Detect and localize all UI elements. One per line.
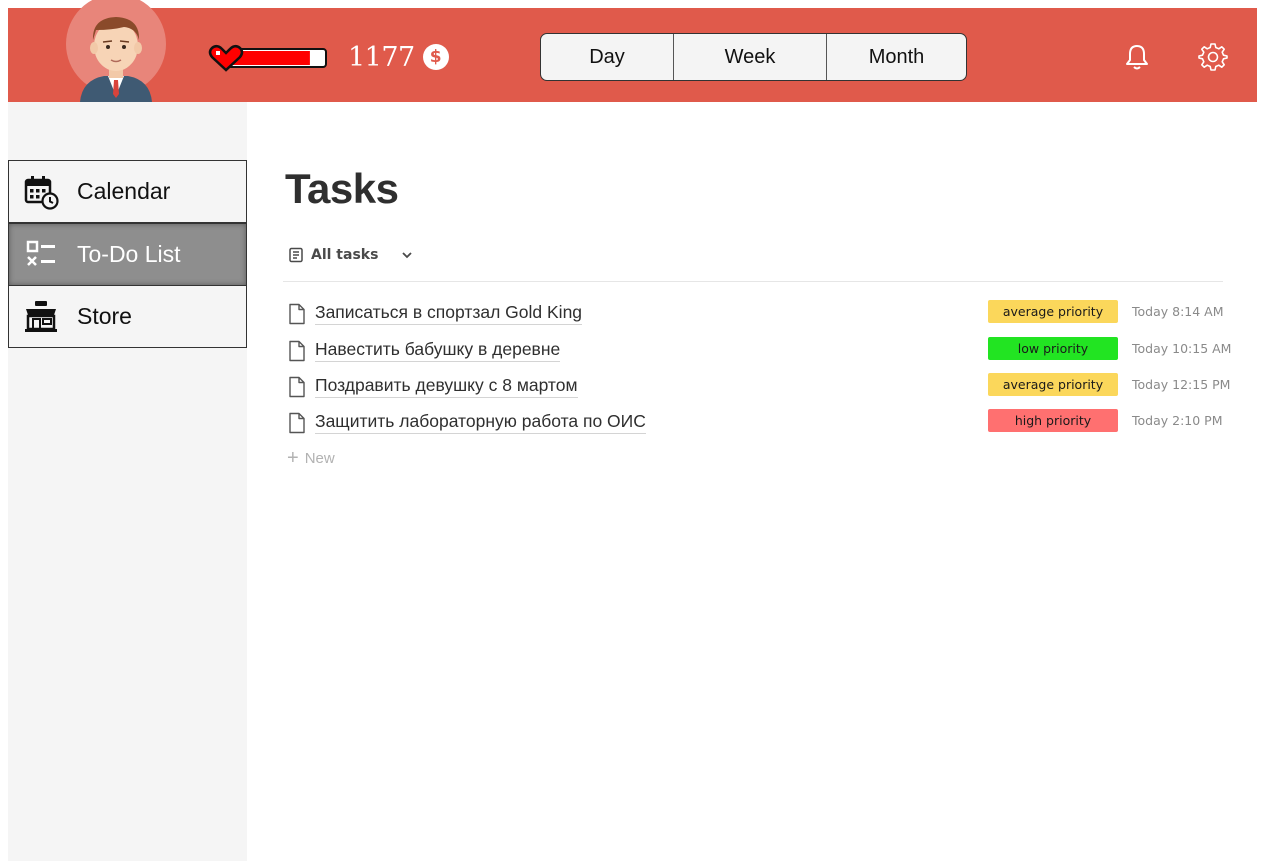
task-row[interactable]: Поздравить девушку с 8 мартом average pr…: [286, 373, 1230, 403]
task-time: Today 10:15 AM: [1132, 341, 1232, 356]
list-doc-icon: [289, 247, 303, 263]
divider: [283, 281, 1223, 282]
gear-icon[interactable]: [1198, 42, 1228, 72]
sidebar-item-todo[interactable]: To-Do List: [8, 223, 247, 286]
top-bar: 1177 $ Day Week Month: [8, 0, 1257, 102]
coin-balance: 1177 $: [348, 40, 449, 74]
coin-count: 1177: [348, 41, 415, 73]
task-title[interactable]: Защитить лабораторную работа по ОИС: [315, 411, 646, 434]
health-bar: [208, 43, 333, 73]
shop-icon: [25, 300, 57, 332]
tab-month[interactable]: Month: [827, 34, 966, 80]
sidebar-item-label: Store: [77, 303, 132, 329]
task-time: Today 12:15 PM: [1132, 377, 1231, 392]
priority-badge[interactable]: average priority: [988, 373, 1118, 396]
task-title[interactable]: Навестить бабушку в деревне: [315, 339, 561, 362]
task-title[interactable]: Поздравить девушку с 8 мартом: [315, 375, 578, 398]
sidebar-item-calendar[interactable]: Calendar: [8, 160, 247, 223]
document-icon: [289, 376, 305, 398]
chevron-down-icon: [402, 252, 413, 259]
task-row[interactable]: Записаться в спортзал Gold King average …: [286, 300, 1226, 330]
checklist-icon: [26, 240, 55, 266]
view-dropdown-label: All tasks: [311, 247, 379, 263]
priority-badge[interactable]: low priority: [988, 337, 1118, 360]
task-title[interactable]: Записаться в спортзал Gold King: [315, 302, 583, 325]
document-icon: [289, 303, 305, 325]
tab-week[interactable]: Week: [674, 34, 827, 80]
document-icon: [289, 412, 305, 434]
range-switch: Day Week Month: [540, 33, 967, 81]
sidebar: Calendar To-Do List Store: [8, 102, 247, 861]
new-task-button[interactable]: + New: [287, 447, 335, 469]
task-time: Today 2:10 PM: [1132, 413, 1223, 428]
user-avatar[interactable]: [66, 0, 166, 102]
sidebar-item-label: To-Do List: [77, 241, 181, 267]
calendar-clock-icon: [24, 175, 59, 210]
new-task-label: New: [304, 449, 335, 467]
bell-icon[interactable]: [1122, 42, 1152, 72]
task-time: Today 8:14 AM: [1132, 304, 1224, 319]
coin-icon: $: [422, 44, 449, 70]
sidebar-item-store[interactable]: Store: [8, 285, 247, 348]
plus-icon: +: [287, 447, 299, 469]
task-row[interactable]: Защитить лабораторную работа по ОИС high…: [286, 409, 1226, 439]
sidebar-item-label: Calendar: [77, 178, 171, 204]
priority-badge[interactable]: high priority: [988, 409, 1118, 432]
task-row[interactable]: Навестить бабушку в деревне low priority…: [286, 337, 1231, 367]
page-title: Tasks: [285, 165, 399, 212]
view-dropdown[interactable]: All tasks: [288, 244, 415, 266]
tab-day[interactable]: Day: [541, 34, 674, 80]
priority-badge[interactable]: average priority: [988, 300, 1118, 323]
document-icon: [289, 340, 305, 362]
